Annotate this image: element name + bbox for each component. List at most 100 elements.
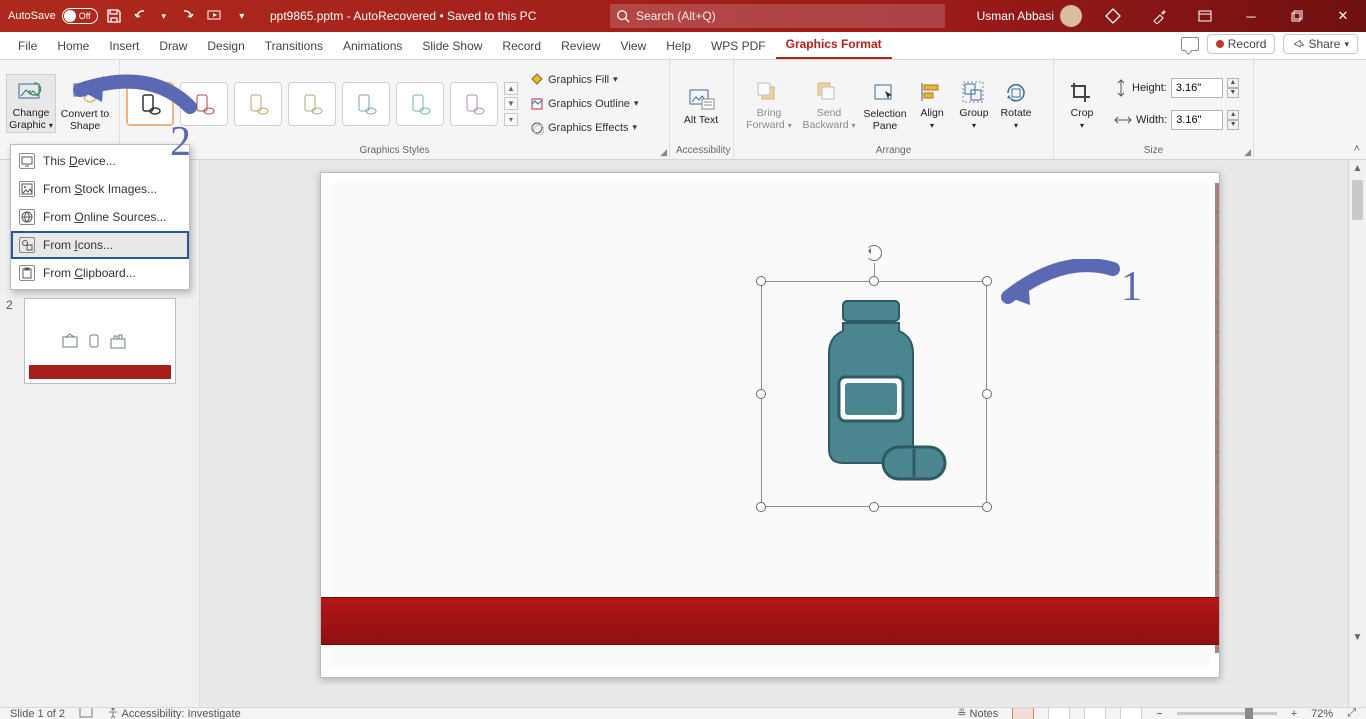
redo-button[interactable] — [174, 4, 198, 28]
undo-dropdown[interactable]: ▾ — [158, 4, 170, 28]
zoom-out[interactable]: − — [1156, 708, 1162, 719]
zoom-slider[interactable] — [1177, 712, 1277, 715]
slide-canvas-area[interactable]: 1 ▲ ▼ — [200, 160, 1366, 707]
scroll-down[interactable]: ▼ — [1349, 629, 1366, 647]
style-preset-5[interactable] — [342, 82, 390, 126]
scroll-thumb[interactable] — [1352, 180, 1363, 220]
autosave-control[interactable]: AutoSave Off — [8, 8, 98, 24]
minimize-button[interactable]: ─ — [1228, 0, 1274, 32]
tab-design[interactable]: Design — [197, 33, 254, 59]
reading-view-button[interactable] — [1084, 707, 1106, 719]
tab-review[interactable]: Review — [551, 33, 610, 59]
collapse-ribbon[interactable]: ˄ — [1354, 143, 1360, 155]
search-box[interactable] — [610, 4, 945, 28]
tab-view[interactable]: View — [610, 33, 656, 59]
crop-button[interactable]: Crop▾ — [1060, 75, 1104, 132]
present-from-beginning-icon[interactable] — [202, 4, 226, 28]
accessibility-status[interactable]: Accessibility: Investigate — [107, 707, 241, 719]
save-icon[interactable] — [102, 4, 126, 28]
group-button[interactable]: Group▾ — [954, 75, 994, 132]
tab-slideshow[interactable]: Slide Show — [412, 33, 492, 59]
width-down[interactable]: ▼ — [1227, 120, 1239, 130]
menu-from-icons[interactable]: From Icons... — [11, 231, 189, 259]
designer-icon[interactable] — [1136, 0, 1182, 32]
vertical-scrollbar[interactable]: ▲ ▼ — [1348, 160, 1366, 707]
menu-from-clipboard[interactable]: From Clipboard... — [11, 259, 189, 287]
document-title: ppt9865.pptm - AutoRecovered • Saved to … — [270, 0, 536, 32]
outline-icon — [530, 97, 544, 111]
tab-animations[interactable]: Animations — [333, 33, 412, 59]
resize-handle-ne[interactable] — [982, 276, 992, 286]
change-graphic-button[interactable]: Change Graphic ▾ — [6, 74, 56, 133]
resize-handle-sw[interactable] — [756, 502, 766, 512]
stock-images-icon — [19, 181, 35, 197]
account-button[interactable]: Usman Abbasi — [969, 5, 1090, 27]
notes-button[interactable]: ≞ Notes — [957, 707, 998, 719]
graphics-outline-button[interactable]: Graphics Outline▾ — [530, 93, 638, 115]
graphics-fill-button[interactable]: Graphics Fill▾ — [530, 69, 638, 91]
rotate-handle[interactable] — [866, 245, 882, 261]
search-input[interactable] — [636, 9, 939, 23]
size-launcher[interactable]: ◢ — [1244, 147, 1251, 158]
height-down[interactable]: ▼ — [1227, 88, 1239, 98]
height-input[interactable] — [1171, 78, 1223, 98]
tab-transitions[interactable]: Transitions — [255, 33, 333, 59]
slide[interactable]: 1 — [320, 172, 1220, 678]
record-button[interactable]: Record — [1207, 34, 1276, 54]
maximize-button[interactable] — [1274, 0, 1320, 32]
rotate-button[interactable]: Rotate▾ — [996, 75, 1036, 132]
close-button[interactable]: ✕ — [1320, 0, 1366, 32]
resize-handle-w[interactable] — [756, 389, 766, 399]
zoom-level[interactable]: 72% — [1311, 708, 1333, 719]
resize-handle-e[interactable] — [982, 389, 992, 399]
style-preset-3[interactable] — [234, 82, 282, 126]
width-input[interactable] — [1171, 110, 1223, 130]
resize-handle-nw[interactable] — [756, 276, 766, 286]
language-icon[interactable] — [79, 707, 93, 719]
bring-forward-button[interactable]: Bring Forward ▾ — [740, 75, 798, 132]
tab-file[interactable]: File — [8, 33, 47, 59]
thumbnail-slide-2[interactable]: 2 — [6, 298, 193, 384]
tab-draw[interactable]: Draw — [149, 33, 197, 59]
send-backward-button[interactable]: Send Backward ▾ — [800, 75, 858, 132]
menu-this-device[interactable]: This Device... — [11, 147, 189, 175]
scroll-up[interactable]: ▲ — [1349, 160, 1366, 178]
diamond-icon[interactable] — [1090, 0, 1136, 32]
menu-online-sources[interactable]: From Online Sources... — [11, 203, 189, 231]
tab-help[interactable]: Help — [656, 33, 701, 59]
styles-more[interactable]: ▲▼▾ — [504, 82, 518, 126]
alt-text-button[interactable]: Alt Text — [676, 82, 726, 126]
style-preset-7[interactable] — [450, 82, 498, 126]
autosave-toggle[interactable]: Off — [62, 8, 98, 24]
resize-handle-s[interactable] — [869, 502, 879, 512]
graphics-effects-button[interactable]: Graphics Effects▾ — [530, 117, 638, 139]
fit-to-window[interactable]: ⤢ — [1347, 707, 1356, 719]
style-preset-6[interactable] — [396, 82, 444, 126]
ribbon-display-icon[interactable] — [1182, 0, 1228, 32]
slideshow-view-button[interactable] — [1120, 707, 1142, 719]
align-button[interactable]: Align▾ — [912, 75, 952, 132]
resize-handle-se[interactable] — [982, 502, 992, 512]
selected-graphic[interactable] — [761, 281, 987, 507]
selection-pane-button[interactable]: Selection Pane — [860, 76, 910, 132]
comments-button[interactable] — [1181, 37, 1199, 51]
width-icon — [1114, 113, 1132, 127]
tab-record[interactable]: Record — [492, 33, 551, 59]
qat-customize[interactable]: ▾ — [230, 4, 254, 28]
styles-launcher[interactable]: ◢ — [660, 147, 667, 158]
style-preset-4[interactable] — [288, 82, 336, 126]
slide-sorter-button[interactable] — [1048, 707, 1070, 719]
height-up[interactable]: ▲ — [1227, 78, 1239, 88]
normal-view-button[interactable] — [1012, 707, 1034, 719]
group-label-styles: Graphics Styles — [126, 145, 663, 159]
tab-graphics-format[interactable]: Graphics Format — [776, 31, 892, 59]
tab-insert[interactable]: Insert — [99, 33, 149, 59]
menu-stock-images[interactable]: From Stock Images... — [11, 175, 189, 203]
share-button[interactable]: Share ▾ — [1283, 34, 1358, 54]
tab-wpspdf[interactable]: WPS PDF — [701, 33, 776, 59]
resize-handle-n[interactable] — [869, 276, 879, 286]
width-up[interactable]: ▲ — [1227, 110, 1239, 120]
undo-button[interactable] — [130, 4, 154, 28]
tab-home[interactable]: Home — [47, 33, 99, 59]
zoom-in[interactable]: + — [1291, 708, 1297, 719]
